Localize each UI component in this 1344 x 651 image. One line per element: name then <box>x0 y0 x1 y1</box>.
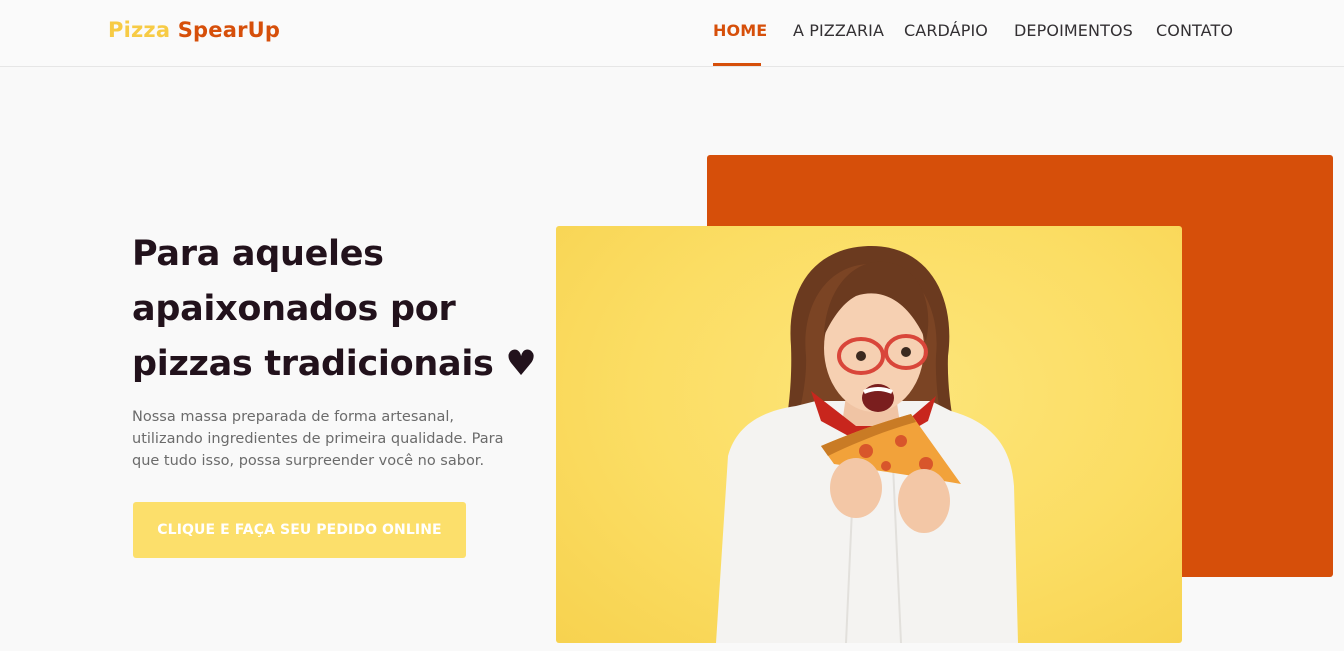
hero-headline-line: Para aqueles <box>132 234 384 274</box>
nav-item-contato[interactable]: CONTATO <box>1156 21 1233 40</box>
hero-description-line: Nossa massa preparada de forma artesanal… <box>132 409 454 425</box>
nav-item-depoimentos[interactable]: DEPOIMENTOS <box>1014 21 1133 40</box>
hero-headline-line: apaixonados por <box>132 289 456 329</box>
main-nav: HOME A PIZZARIA CARDÁPIO DEPOIMENTOS CON… <box>0 0 1344 66</box>
hero-description-line: que tudo isso, possa surpreender você no… <box>132 453 485 469</box>
hero-headline-line: pizzas tradicionais ♥ <box>132 344 537 384</box>
order-online-button[interactable]: CLIQUE E FAÇA SEU PEDIDO ONLINE <box>133 502 466 558</box>
nav-item-cardapio[interactable]: CARDÁPIO <box>904 21 988 40</box>
hero-description-line: utilizando ingredientes de primeira qual… <box>132 431 504 447</box>
active-nav-underline <box>713 63 761 66</box>
hero-headline: Para aqueles apaixonados por pizzas trad… <box>132 227 537 392</box>
site-header: Pizza SpearUp HOME A PIZZARIA CARDÁPIO D… <box>0 0 1344 67</box>
woman-eating-pizza-icon <box>716 245 1018 643</box>
nav-item-home[interactable]: HOME <box>713 21 767 40</box>
nav-item-a-pizzaria[interactable]: A PIZZARIA <box>793 21 884 40</box>
hero-description: Nossa massa preparada de forma artesanal… <box>132 406 512 472</box>
hero-photo <box>556 226 1182 643</box>
